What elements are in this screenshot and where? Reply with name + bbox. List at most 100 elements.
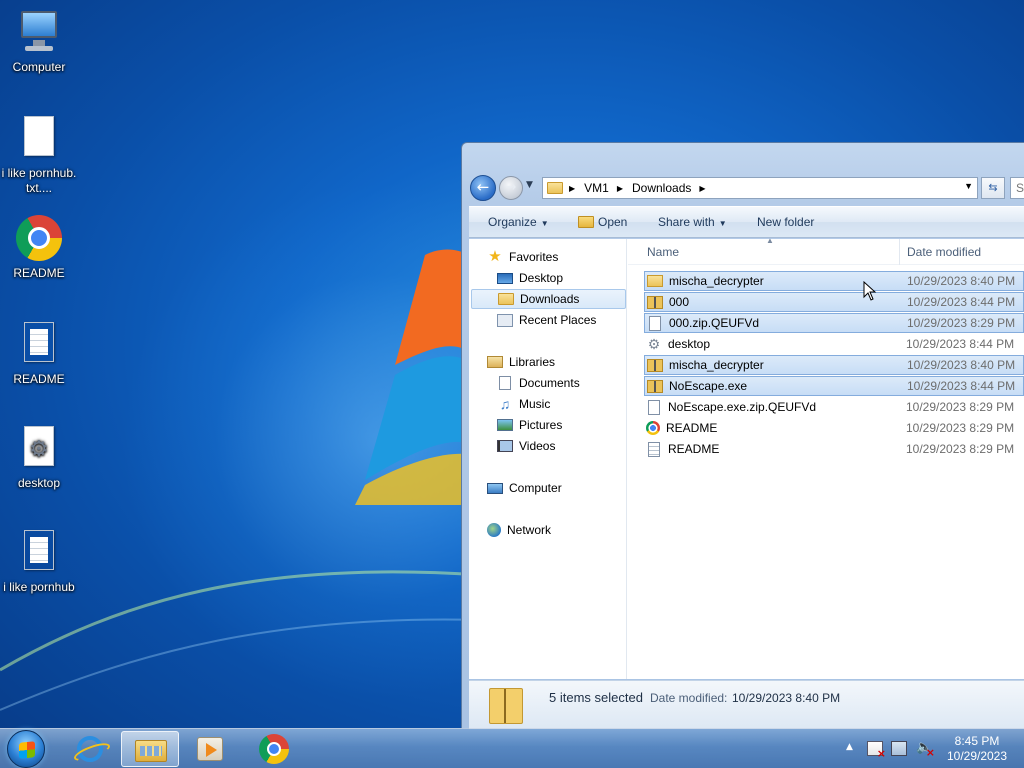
windows-explorer-icon	[135, 740, 167, 762]
file-date-modified: 10/29/2023 8:44 PM	[906, 337, 1015, 351]
date-modified-label: Date modified:	[650, 691, 728, 705]
column-header: ▲ Name Date modified	[628, 236, 1024, 265]
new-folder-button[interactable]: New folder	[757, 215, 814, 229]
navigation-bar: ← → ▼ ▶ VM1 ▶ Downloads ▶ ▼ ⇆ S	[470, 175, 1024, 201]
zip-folder-icon	[647, 379, 663, 393]
network-status-icon[interactable]	[891, 741, 907, 756]
nav-item-downloads[interactable]: Downloads	[471, 289, 626, 309]
nav-label: Pictures	[519, 418, 563, 432]
caret-down-icon: ▼	[718, 219, 727, 228]
explorer-window[interactable]: ← → ▼ ▶ VM1 ▶ Downloads ▶ ▼ ⇆ S Organize…	[461, 142, 1024, 729]
column-divider[interactable]	[899, 239, 900, 265]
taskbar-chrome[interactable]	[245, 731, 303, 767]
desktop-icon-readme-chrome[interactable]: README	[0, 214, 78, 281]
breadcrumb-chevron-icon[interactable]: ▶	[569, 184, 575, 193]
zip-folder-icon	[647, 295, 663, 309]
breadcrumb-chevron-icon[interactable]: ▶	[699, 184, 705, 193]
desktop-icon-pornhub-text[interactable]: i like pornhub	[0, 528, 78, 595]
zip-folder-icon	[647, 358, 663, 372]
nav-item-recent-places[interactable]: Recent Places	[497, 310, 596, 330]
search-input[interactable]: S	[1010, 177, 1024, 199]
nav-label: Music	[519, 397, 551, 411]
open-folder-icon	[578, 216, 594, 228]
file-list[interactable]: ▲ Name Date modified mischa_decrypter 10/…	[628, 236, 1024, 679]
nav-item-computer[interactable]: Computer	[487, 478, 562, 498]
file-row[interactable]: mischa_decrypter 10/29/2023 8:40 PM	[644, 355, 1024, 375]
folder-icon	[647, 275, 663, 287]
desktop-icon-text-file[interactable]: i like pornhub.txt....	[0, 114, 78, 196]
nav-item-music[interactable]: ♫ Music	[497, 394, 551, 414]
desktop-icon-desktop-ini[interactable]: ⚙ desktop	[0, 424, 78, 491]
chrome-icon	[259, 734, 289, 764]
nav-label: Network	[507, 523, 552, 537]
nav-label: Computer	[509, 481, 562, 495]
desktop-icon-computer[interactable]: Computer	[0, 8, 78, 75]
file-name: README	[668, 442, 720, 456]
zip-folder-icon	[489, 688, 523, 724]
share-with-button[interactable]: Share with ▼	[658, 215, 727, 229]
taskbar-media-player[interactable]	[181, 731, 239, 767]
nav-item-videos[interactable]: Videos	[497, 436, 555, 456]
address-dropdown-icon[interactable]: ▼	[964, 181, 973, 191]
file-row[interactable]: NoEscape.exe.zip.QEUFVd 10/29/2023 8:29 P…	[644, 397, 1024, 417]
navigation-pane[interactable]: ★ Favorites Desktop Downloads Recent Plac…	[469, 239, 627, 679]
nav-item-documents[interactable]: Documents	[497, 373, 580, 393]
recent-places-icon	[497, 313, 513, 327]
column-header-date-modified[interactable]: Date modified	[907, 245, 981, 259]
breadcrumb-vm1[interactable]: VM1	[584, 181, 609, 195]
file-row[interactable]: 000 10/29/2023 8:44 PM	[644, 292, 1024, 312]
nav-item-libraries[interactable]: Libraries	[487, 352, 555, 372]
nav-label: Downloads	[520, 292, 580, 306]
nav-item-pictures[interactable]: Pictures	[497, 415, 562, 435]
text-file-icon	[15, 320, 63, 368]
file-row[interactable]: README 10/29/2023 8:29 PM	[644, 439, 1024, 459]
internet-explorer-icon	[77, 736, 103, 762]
file-name: mischa_decrypter	[669, 274, 764, 288]
start-button[interactable]	[7, 730, 45, 768]
desktop-icon-label: Computer	[12, 60, 66, 74]
back-button[interactable]: ←	[470, 175, 496, 201]
nav-item-desktop[interactable]: Desktop	[497, 268, 563, 288]
recent-pages-dropdown[interactable]: ▼	[526, 180, 533, 190]
nav-label: Favorites	[509, 250, 559, 264]
mouse-cursor-icon	[863, 281, 877, 301]
file-date-modified: 10/29/2023 8:40 PM	[907, 274, 1016, 288]
file-date-modified: 10/29/2023 8:44 PM	[907, 379, 1016, 393]
taskbar-internet-explorer[interactable]	[61, 731, 119, 767]
file-row[interactable]: 000.zip.QEUFVd 10/29/2023 8:29 PM	[644, 313, 1024, 333]
breadcrumb-downloads[interactable]: Downloads	[632, 181, 691, 195]
volume-muted-icon[interactable]: 🔈	[916, 741, 935, 761]
chrome-icon	[15, 214, 63, 262]
desktop-icon	[497, 272, 513, 284]
media-player-icon	[197, 737, 223, 761]
column-header-name[interactable]: Name	[647, 245, 679, 259]
music-icon: ♫	[499, 396, 511, 412]
videos-icon	[497, 440, 513, 452]
refresh-button[interactable]: ⇆	[981, 177, 1005, 199]
file-name: NoEscape.exe.zip.QEUFVd	[668, 400, 817, 414]
nav-item-network[interactable]: Network	[487, 520, 551, 540]
file-date-modified: 10/29/2023 8:29 PM	[906, 442, 1015, 456]
gear-file-icon: ⚙	[15, 424, 63, 472]
forward-button[interactable]: →	[499, 176, 523, 200]
desktop-icon-readme-text[interactable]: README	[0, 320, 78, 387]
desktop-icon-label: README	[13, 372, 65, 386]
chrome-icon	[646, 421, 660, 435]
caret-down-icon: ▼	[540, 219, 549, 228]
breadcrumb-chevron-icon[interactable]: ▶	[617, 184, 623, 193]
show-hidden-icons-button[interactable]: ▲	[846, 742, 853, 752]
address-bar[interactable]: ▶ VM1 ▶ Downloads ▶ ▼	[542, 177, 978, 199]
nav-item-favorites[interactable]: ★ Favorites	[487, 247, 558, 267]
file-date-modified: 10/29/2023 8:29 PM	[907, 316, 1016, 330]
taskbar-windows-explorer[interactable]	[121, 731, 179, 767]
clock[interactable]: 8:45 PM 10/29/2023	[940, 734, 1014, 764]
file-row[interactable]: mischa_decrypter 10/29/2023 8:40 PM	[644, 271, 1024, 291]
action-center-flag-icon[interactable]	[867, 741, 886, 760]
gear-file-icon: ⚙	[647, 336, 661, 352]
file-row[interactable]: NoEscape.exe 10/29/2023 8:44 PM	[644, 376, 1024, 396]
file-row[interactable]: README 10/29/2023 8:29 PM	[644, 418, 1024, 438]
file-row[interactable]: ⚙ desktop 10/29/2023 8:44 PM	[644, 334, 1024, 354]
file-name: desktop	[668, 337, 711, 351]
organize-button[interactable]: Organize ▼	[488, 215, 549, 229]
open-button[interactable]: Open	[578, 215, 627, 229]
